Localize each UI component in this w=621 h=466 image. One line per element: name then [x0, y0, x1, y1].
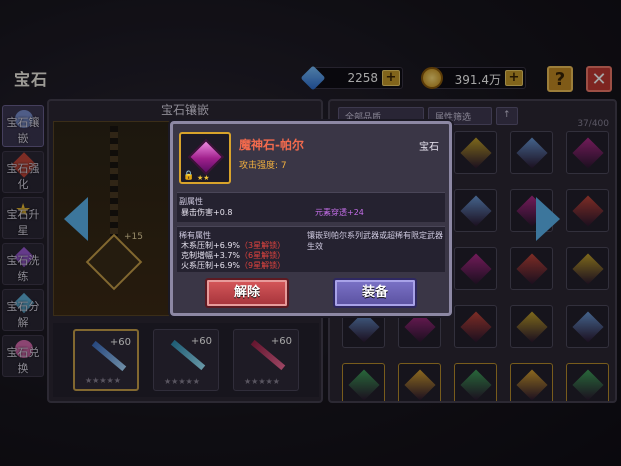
element-penetration: 元素穿透+24: [315, 208, 364, 217]
gem-type: 宝石: [419, 142, 439, 153]
rare-effect-note: 镶嵌到帕尔系列武器或超稀有限定武器生效: [307, 231, 443, 251]
remove-button[interactable]: 解除: [205, 278, 289, 308]
gem-icon: [187, 138, 225, 176]
rare-attributes: 稀有属性 镶嵌到帕尔系列武器或超稀有限定武器生效 木系压制+6.9%（3星解锁）…: [177, 226, 445, 272]
crit-damage: 暴击伤害+0.8: [181, 208, 233, 217]
gem-name: 魔神石-帕尔: [239, 138, 304, 152]
secondary-attributes: 副属性 暴击伤害+0.8 元素穿透+24: [177, 192, 445, 222]
equip-button[interactable]: 装备: [333, 278, 417, 308]
gem-portrait: 🔒 ★★: [179, 132, 231, 184]
attack-strength: 攻击强度: 7: [239, 161, 287, 171]
rare-attribute-list: 木系压制+6.9%（3星解锁） 克制增幅+3.7%（6星解锁） 火系压制+6.9…: [181, 241, 285, 271]
rare-attribute-row: 火系压制+6.9%（9星解锁）: [181, 261, 286, 270]
gem-detail-modal: 🔒 ★★ 魔神石-帕尔 宝石 攻击强度: 7 副属性 暴击伤害+0.8 元素穿透…: [170, 121, 452, 316]
lock-icon: 🔒: [183, 171, 195, 181]
rare-attribute-row: 克制增幅+3.7%（6星解锁）: [181, 251, 286, 260]
rare-attribute-row: 木系压制+6.9%（3星解锁）: [181, 241, 286, 250]
gem-stars: ★★: [197, 174, 210, 182]
